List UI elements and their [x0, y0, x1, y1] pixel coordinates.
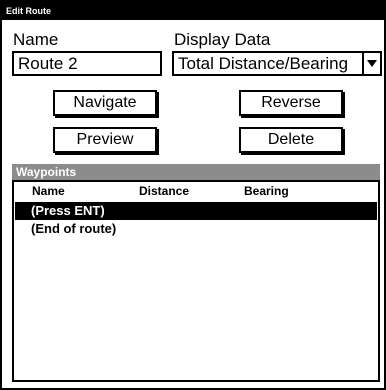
chevron-down-icon[interactable]	[362, 53, 380, 74]
name-label: Name	[13, 30, 59, 49]
list-item[interactable]: (Press ENT)	[15, 202, 377, 220]
delete-button[interactable]: Delete	[239, 127, 343, 153]
waypoints-list[interactable]: Name Distance Bearing (Press ENT) (End o…	[12, 180, 380, 382]
display-data-selected-value: Total Distance/Bearing	[178, 54, 349, 73]
navigate-button[interactable]: Navigate	[53, 90, 157, 116]
preview-button[interactable]: Preview	[53, 127, 157, 153]
waypoint-name: (Press ENT)	[31, 203, 105, 218]
waypoints-header: Waypoints	[12, 164, 380, 180]
display-data-select[interactable]: Total Distance/Bearing	[172, 51, 382, 76]
route-name-input[interactable]: Route 2	[12, 51, 162, 76]
reverse-button[interactable]: Reverse	[239, 90, 343, 116]
waypoint-name: (End of route)	[31, 221, 117, 236]
column-header-bearing: Bearing	[244, 184, 289, 198]
column-header-name: Name	[32, 184, 65, 198]
edit-route-window: Edit Route Name Route 2 Display Data Tot…	[0, 0, 386, 390]
list-item[interactable]: (End of route)	[15, 220, 377, 238]
display-data-label: Display Data	[174, 30, 271, 49]
window-title: Edit Route	[2, 2, 384, 20]
column-header-distance: Distance	[139, 184, 190, 198]
route-name-value: Route 2	[18, 54, 78, 73]
